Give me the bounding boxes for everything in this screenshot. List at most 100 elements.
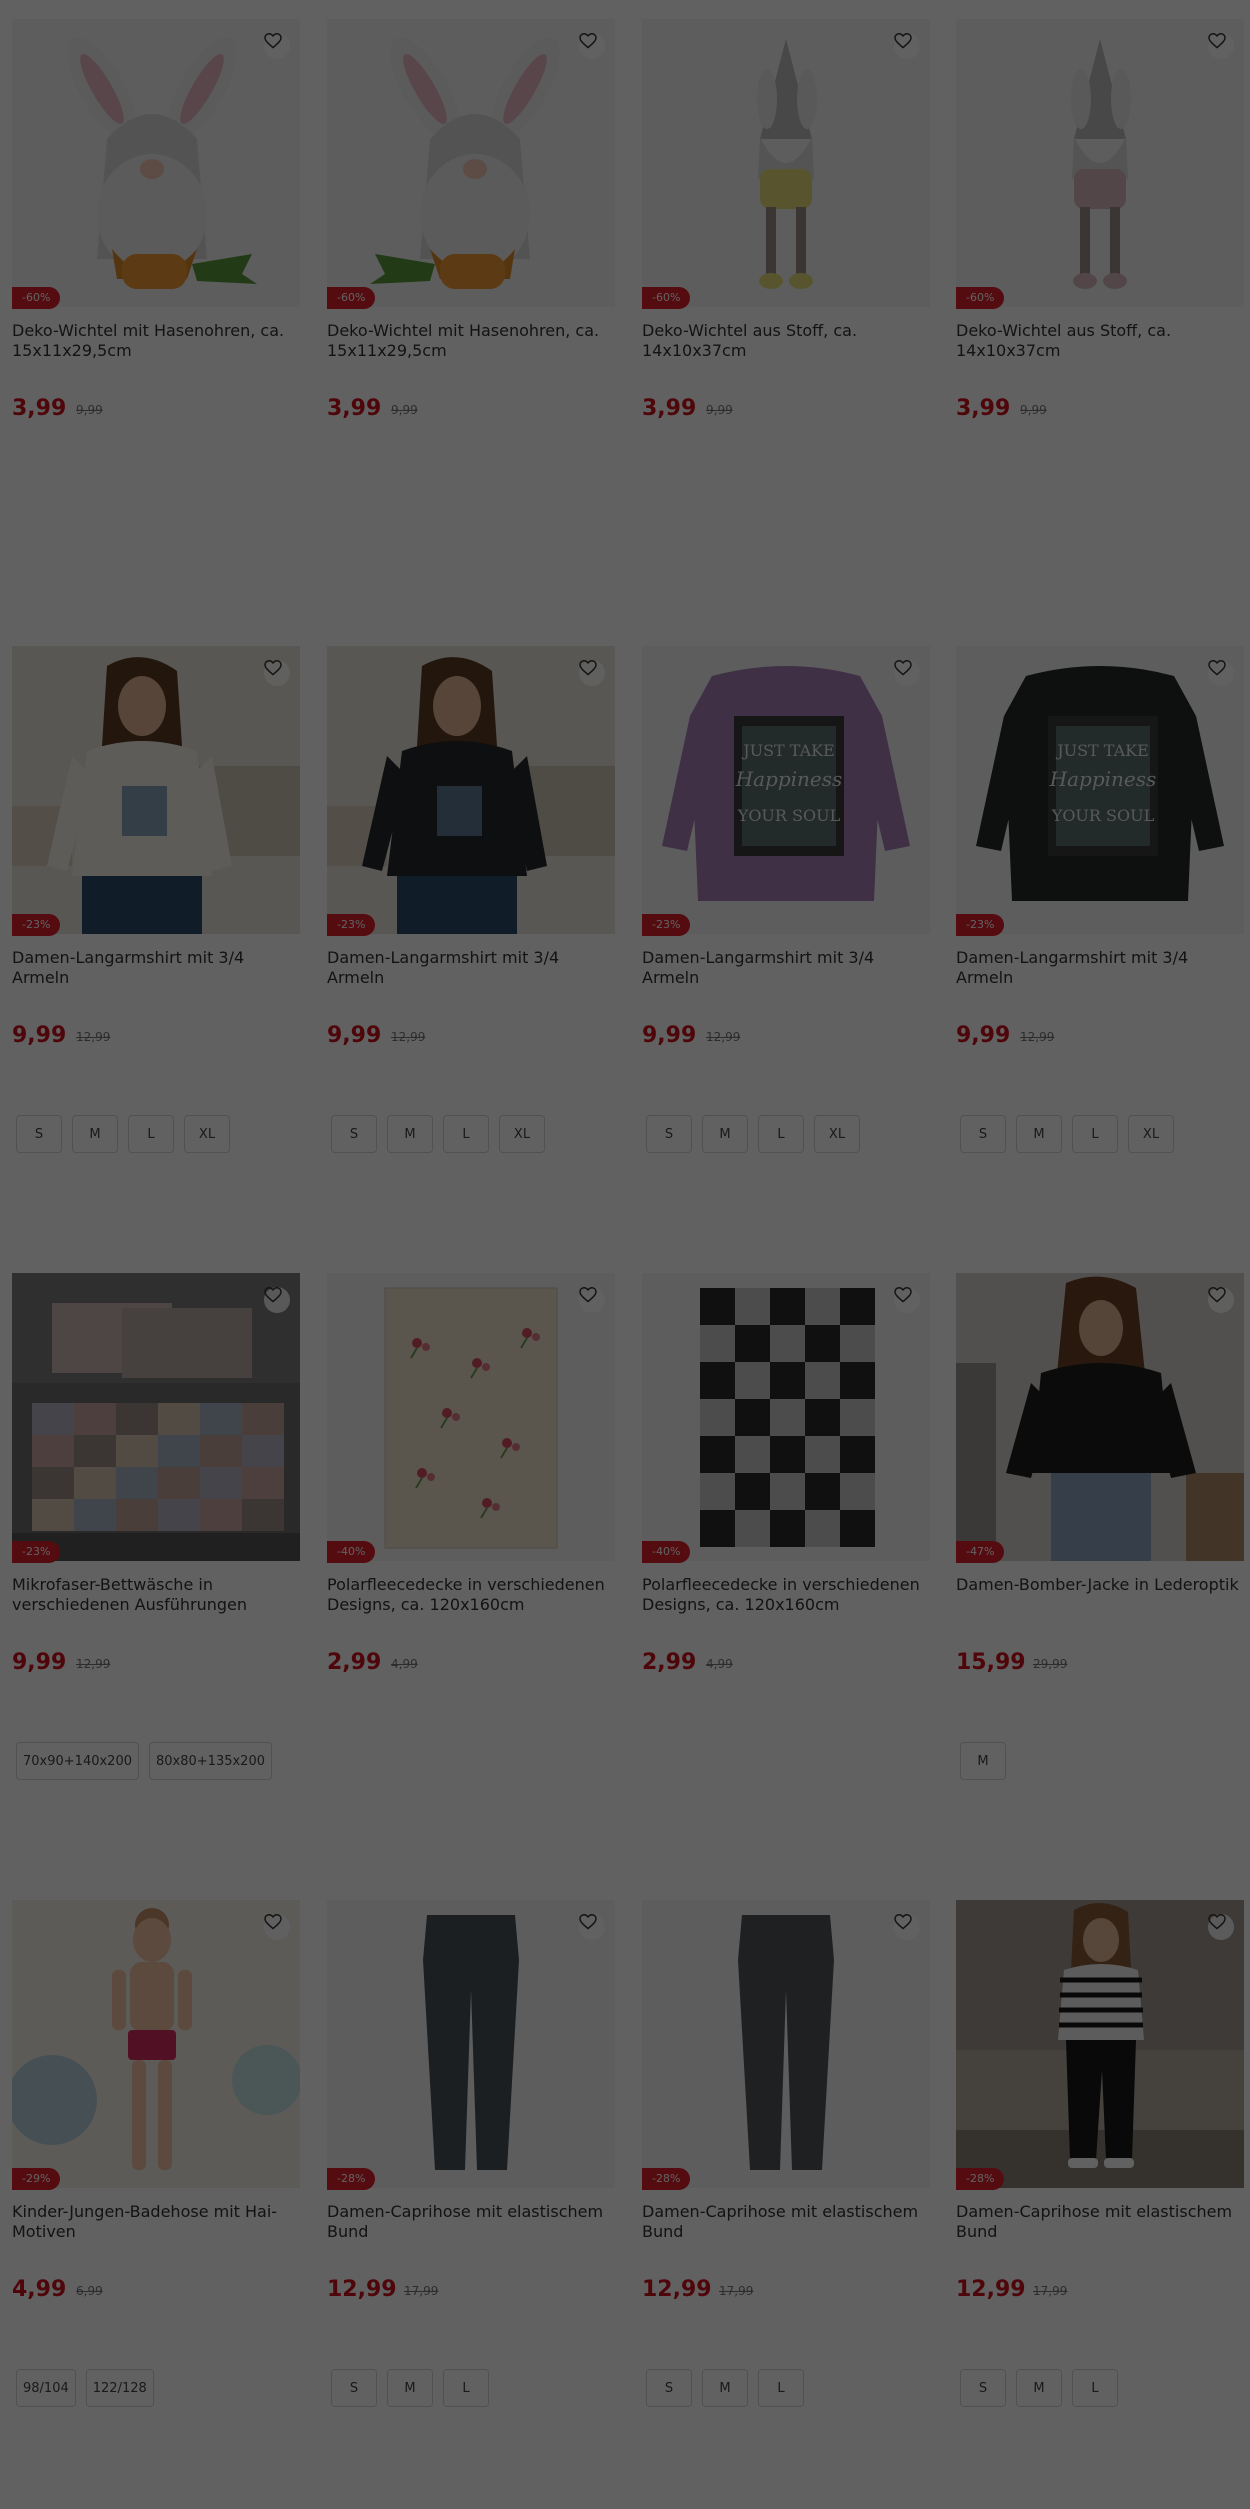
wishlist-heart-icon[interactable] <box>894 1914 920 1940</box>
wishlist-heart-icon[interactable] <box>1208 33 1234 59</box>
size-option[interactable]: M <box>1016 2369 1062 2407</box>
size-option[interactable]: XL <box>499 1115 545 1153</box>
product-card[interactable]: JUST TAKE Happiness YOUR SOUL -23% Damen… <box>956 646 1244 1226</box>
product-card[interactable]: -28% Damen-Caprihose mit elastischem Bun… <box>642 1900 930 2480</box>
wishlist-heart-icon[interactable] <box>264 1914 290 1940</box>
product-price: 12,99 <box>956 2277 1026 2302</box>
size-option[interactable]: L <box>758 2369 804 2407</box>
product-card[interactable]: JUST TAKE Happiness YOUR SOUL -23% Damen… <box>642 646 930 1226</box>
size-option[interactable]: L <box>128 1115 174 1153</box>
product-card[interactable]: -23% Mikrofaser-Bettwäsche in verschiede… <box>12 1273 300 1853</box>
product-name[interactable]: Mikrofaser-Bettwäsche in verschiedenen A… <box>12 1575 300 1615</box>
wishlist-heart-icon[interactable] <box>264 33 290 59</box>
product-name[interactable]: Deko-Wichtel aus Stoff, ca. 14x10x37cm <box>642 321 930 361</box>
product-name[interactable]: Damen-Langarmshirt mit 3/4 Armeln <box>642 948 930 988</box>
size-option[interactable]: L <box>443 2369 489 2407</box>
size-option[interactable]: XL <box>184 1115 230 1153</box>
product-card[interactable]: -40% Polarfleecedecke in verschiedenen D… <box>327 1273 615 1853</box>
product-price: 9,99 <box>956 1023 1011 1048</box>
wishlist-heart-icon[interactable] <box>579 660 605 686</box>
discount-badge: -28% <box>327 2168 376 2190</box>
wishlist-heart-icon[interactable] <box>894 660 920 686</box>
product-card[interactable]: -60% Deko-Wichtel aus Stoff, ca. 14x10x3… <box>956 19 1244 599</box>
product-image[interactable] <box>327 19 615 307</box>
product-name[interactable]: Polarfleecedecke in verschiedenen Design… <box>642 1575 930 1615</box>
size-option[interactable]: L <box>443 1115 489 1153</box>
product-card[interactable]: -60% Deko-Wichtel aus Stoff, ca. 14x10x3… <box>642 19 930 599</box>
product-name[interactable]: Deko-Wichtel mit Hasenohren, ca. 15x11x2… <box>12 321 300 361</box>
size-options: 98/104 122/128 <box>16 2369 154 2407</box>
product-name[interactable]: Damen-Caprihose mit elastischem Bund <box>956 2202 1244 2242</box>
wishlist-heart-icon[interactable] <box>579 1287 605 1313</box>
size-option[interactable]: XL <box>814 1115 860 1153</box>
wishlist-heart-icon[interactable] <box>1208 1914 1234 1940</box>
size-option[interactable]: M <box>1016 1115 1062 1153</box>
size-option[interactable]: S <box>331 2369 377 2407</box>
wishlist-heart-icon[interactable] <box>579 1914 605 1940</box>
size-option[interactable]: XL <box>1128 1115 1174 1153</box>
svg-text:Happiness: Happiness <box>735 767 843 791</box>
wishlist-heart-icon[interactable] <box>1208 660 1234 686</box>
size-option[interactable]: 122/128 <box>85 2369 154 2407</box>
product-image[interactable] <box>12 1900 300 2188</box>
size-option[interactable]: 80x80+135x200 <box>149 1742 272 1780</box>
product-name[interactable]: Deko-Wichtel aus Stoff, ca. 14x10x37cm <box>956 321 1244 361</box>
product-card[interactable]: -47% Damen-Bomber-Jacke in Lederoptik 15… <box>956 1273 1244 1853</box>
product-name[interactable]: Damen-Bomber-Jacke in Lederoptik <box>956 1575 1244 1595</box>
wishlist-heart-icon[interactable] <box>579 33 605 59</box>
wishlist-heart-icon[interactable] <box>894 33 920 59</box>
product-image[interactable] <box>642 1273 930 1561</box>
size-option[interactable]: S <box>16 1115 62 1153</box>
product-card[interactable]: -28% Damen-Caprihose mit elastischem Bun… <box>327 1900 615 2480</box>
product-card[interactable]: -40% Polarfleecedecke in verschiedenen D… <box>642 1273 930 1853</box>
product-price: 15,99 <box>956 1650 1026 1675</box>
wishlist-heart-icon[interactable] <box>1208 1287 1234 1313</box>
product-name[interactable]: Polarfleecedecke in verschiedenen Design… <box>327 1575 615 1615</box>
product-image[interactable] <box>327 646 615 934</box>
size-option[interactable]: M <box>702 2369 748 2407</box>
product-image[interactable] <box>956 1900 1244 2188</box>
size-option[interactable]: 70x90+140x200 <box>16 1742 139 1780</box>
product-image[interactable] <box>12 1273 300 1561</box>
product-name[interactable]: Deko-Wichtel mit Hasenohren, ca. 15x11x2… <box>327 321 615 361</box>
size-option[interactable]: M <box>387 2369 433 2407</box>
product-image[interactable] <box>956 19 1244 307</box>
product-card[interactable]: -28% Damen-Caprihose mit elastischem Bun… <box>956 1900 1244 2480</box>
product-name[interactable]: Damen-Langarmshirt mit 3/4 Armeln <box>956 948 1244 988</box>
size-option[interactable]: M <box>702 1115 748 1153</box>
product-card[interactable]: -60% Deko-Wichtel mit Hasenohren, ca. 15… <box>12 19 300 599</box>
size-option[interactable]: S <box>331 1115 377 1153</box>
size-option[interactable]: L <box>1072 1115 1118 1153</box>
product-card[interactable]: -23% Damen-Langarmshirt mit 3/4 Armeln 9… <box>327 646 615 1226</box>
product-image[interactable] <box>327 1273 615 1561</box>
size-option[interactable]: S <box>960 1115 1006 1153</box>
size-option[interactable]: S <box>646 1115 692 1153</box>
size-option[interactable]: L <box>758 1115 804 1153</box>
product-card[interactable]: -23% Damen-Langarmshirt mit 3/4 Armeln 9… <box>12 646 300 1226</box>
size-option[interactable]: M <box>72 1115 118 1153</box>
product-image[interactable]: JUST TAKE Happiness YOUR SOUL <box>956 646 1244 934</box>
product-image[interactable] <box>642 1900 930 2188</box>
size-option[interactable]: M <box>387 1115 433 1153</box>
product-image[interactable] <box>642 19 930 307</box>
product-image[interactable] <box>327 1900 615 2188</box>
product-name[interactable]: Kinder-Jungen-Badehose mit Hai-Motiven <box>12 2202 300 2242</box>
size-option[interactable]: S <box>960 2369 1006 2407</box>
wishlist-heart-icon[interactable] <box>264 1287 290 1313</box>
product-card[interactable]: -60% Deko-Wichtel mit Hasenohren, ca. 15… <box>327 19 615 599</box>
product-image[interactable] <box>12 19 300 307</box>
product-image[interactable]: JUST TAKE Happiness YOUR SOUL <box>642 646 930 934</box>
product-image[interactable] <box>12 646 300 934</box>
wishlist-heart-icon[interactable] <box>264 660 290 686</box>
product-image[interactable] <box>956 1273 1244 1561</box>
size-option[interactable]: L <box>1072 2369 1118 2407</box>
size-option[interactable]: 98/104 <box>16 2369 76 2407</box>
product-name[interactable]: Damen-Caprihose mit elastischem Bund <box>327 2202 615 2242</box>
size-option[interactable]: S <box>646 2369 692 2407</box>
product-name[interactable]: Damen-Langarmshirt mit 3/4 Armeln <box>327 948 615 988</box>
product-card[interactable]: -29% Kinder-Jungen-Badehose mit Hai-Moti… <box>12 1900 300 2480</box>
size-option[interactable]: M <box>960 1742 1006 1780</box>
wishlist-heart-icon[interactable] <box>894 1287 920 1313</box>
product-name[interactable]: Damen-Caprihose mit elastischem Bund <box>642 2202 930 2242</box>
product-name[interactable]: Damen-Langarmshirt mit 3/4 Armeln <box>12 948 300 988</box>
